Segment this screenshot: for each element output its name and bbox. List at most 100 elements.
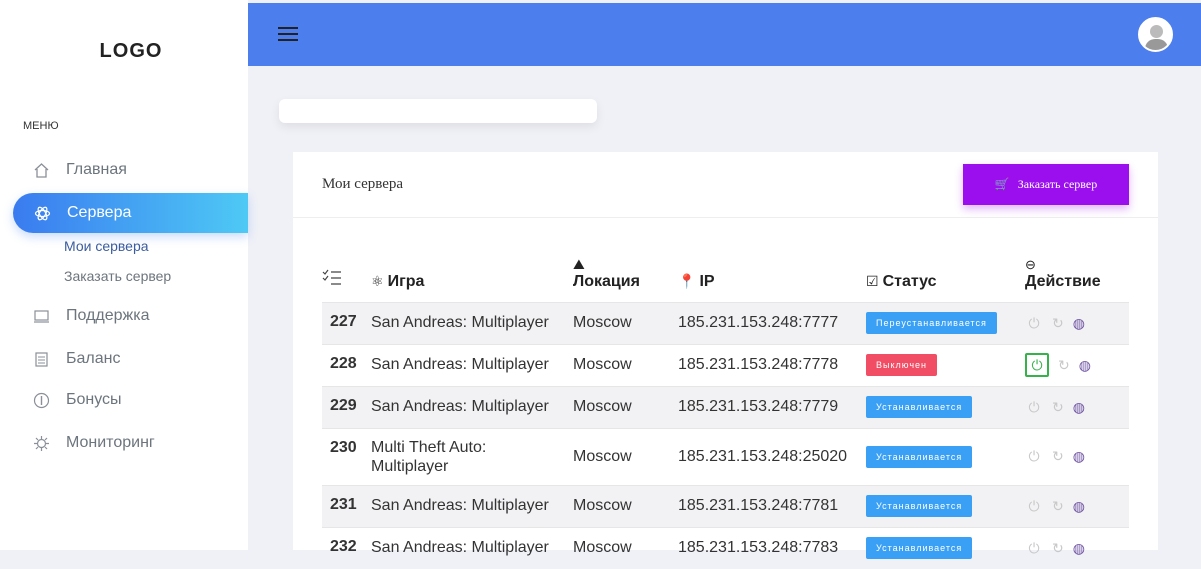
row-ip: 185.231.153.248:7777 [678, 301, 866, 344]
row-location: Moscow [573, 385, 678, 428]
row-actions: ⏻ ↻ ◍ [1025, 385, 1129, 428]
sidebar-item-label: Сервера [67, 204, 132, 221]
row-actions: ⏻ ↻ ◍ [1025, 301, 1129, 344]
col-status-header: ☑ Статус [866, 272, 937, 290]
servers-card: Мои сервера 🛒 Заказать сервер ⚛ Игра ⛰ Лок… [293, 152, 1158, 569]
sidebar-item-home[interactable]: Главная [30, 155, 127, 185]
row-ip: 185.231.153.248:7783 [678, 526, 866, 569]
globe-icon[interactable]: ◍ [1073, 540, 1085, 557]
globe-icon[interactable]: ◍ [1073, 315, 1085, 332]
row-game: San Andreas: Multiplayer [371, 484, 573, 527]
col-id-header [322, 250, 371, 302]
card-title: Мои сервера [322, 176, 404, 192]
logo: LOGO [99, 40, 163, 62]
sidebar-item-bonuses[interactable]: Бонусы [30, 385, 122, 415]
wallet-icon [30, 351, 52, 368]
restart-icon[interactable]: ↻ [1052, 498, 1064, 515]
status-badge: Устанавливается [866, 495, 973, 517]
row-game: San Andreas: Multiplayer [371, 343, 573, 386]
table-row: 228 San Andreas: Multiplayer Moscow 185.… [322, 343, 1129, 386]
card-header: Мои сервера 🛒 Заказать сервер [293, 152, 1158, 218]
status-badge: Переустанавливается [866, 312, 997, 334]
topbar [248, 3, 1201, 66]
power-icon[interactable]: ⏻ [1025, 539, 1043, 557]
checkbox-icon: ☑ [866, 272, 879, 289]
checklist-icon [322, 269, 341, 285]
location-pin-icon: 📍 [678, 272, 696, 289]
sidebar-subitem-order-server[interactable]: Заказать сервер [64, 268, 171, 284]
home-icon [30, 162, 52, 179]
hamburger-icon[interactable] [278, 27, 298, 42]
globe-icon[interactable]: ◍ [1073, 448, 1085, 465]
sidebar-item-support[interactable]: Поддержка [30, 301, 149, 331]
restart-icon[interactable]: ↻ [1058, 357, 1070, 374]
map-icon: ⛰ [573, 255, 585, 272]
sidebar-item-label: Мониторинг [66, 434, 155, 451]
row-status: Устанавливается [866, 385, 1025, 428]
table-row: 230 Multi Theft Auto: Multiplayer Moscow… [322, 427, 1129, 485]
row-location: Moscow [573, 301, 678, 344]
sidebar: LOGO МЕНЮ Главная Сервера Мои сервера За… [0, 0, 248, 550]
globe-icon[interactable]: ◍ [1073, 498, 1085, 515]
row-game: San Andreas: Multiplayer [371, 301, 573, 344]
col-action-header: ⊖ Действие [1025, 250, 1129, 302]
row-id: 230 [322, 427, 371, 485]
menu-title: МЕНЮ [23, 120, 59, 132]
col-ip-header: 📍 IP [678, 272, 715, 290]
row-status: Устанавливается [866, 427, 1025, 485]
row-location: Moscow [573, 484, 678, 527]
row-status: Переустанавливается [866, 301, 1025, 344]
search-box[interactable] [279, 99, 597, 123]
sidebar-item-monitoring[interactable]: Мониторинг [30, 428, 155, 458]
row-location: Moscow [573, 343, 678, 386]
col-game-header: ⚛ Игра [371, 272, 425, 290]
table-header-row: ⚛ Игра ⛰ Локация 📍 IP ☑ Статус ⊖ Действие [322, 250, 1129, 302]
sidebar-item-label: Бонусы [66, 391, 122, 408]
support-icon [30, 308, 52, 325]
row-location: Moscow [573, 427, 678, 485]
restart-icon[interactable]: ↻ [1052, 540, 1064, 557]
sidebar-item-servers[interactable]: Сервера [13, 193, 248, 233]
restart-icon[interactable]: ↻ [1052, 315, 1064, 332]
monitoring-icon [30, 435, 52, 452]
power-icon[interactable]: ⏻ [1025, 314, 1043, 332]
globe-icon[interactable]: ◍ [1073, 399, 1085, 416]
table-row: 231 San Andreas: Multiplayer Moscow 185.… [322, 484, 1129, 527]
order-server-button[interactable]: 🛒 Заказать сервер [963, 164, 1129, 205]
row-id: 232 [322, 526, 371, 569]
servers-table: ⚛ Игра ⛰ Локация 📍 IP ☑ Статус ⊖ Действие 227… [322, 250, 1129, 569]
row-ip: 185.231.153.248:7781 [678, 484, 866, 527]
status-badge: Устанавливается [866, 537, 973, 560]
power-icon[interactable]: ⏻ [1025, 398, 1043, 416]
status-badge: Устанавливается [866, 445, 973, 468]
row-actions: ⏻ ↻ ◍ [1025, 526, 1129, 569]
row-ip: 185.231.153.248:7779 [678, 385, 866, 428]
power-icon[interactable]: ⏻ [1025, 353, 1049, 377]
atom-icon [31, 205, 53, 222]
table-row: 232 San Andreas: Multiplayer Moscow 185.… [322, 526, 1129, 569]
power-icon[interactable]: ⏻ [1025, 448, 1043, 466]
user-avatar[interactable] [1138, 17, 1173, 52]
restart-icon[interactable]: ↻ [1052, 448, 1064, 465]
sidebar-item-label: Поддержка [66, 307, 150, 324]
row-game: Multi Theft Auto: Multiplayer [371, 427, 573, 485]
row-id: 228 [322, 343, 371, 386]
row-status: Устанавливается [866, 526, 1025, 569]
sidebar-subitem-my-servers[interactable]: Мои сервера [64, 238, 149, 254]
order-server-label: Заказать сервер [1017, 177, 1098, 191]
globe-icon[interactable]: ◍ [1079, 357, 1091, 374]
power-icon[interactable]: ⏻ [1025, 497, 1043, 515]
row-id: 231 [322, 484, 371, 527]
sidebar-item-label: Баланс [66, 350, 121, 367]
row-game: San Andreas: Multiplayer [371, 385, 573, 428]
status-badge: Выключен [866, 354, 937, 376]
col-location-header: ⛰ Локация [573, 250, 678, 302]
sidebar-item-balance[interactable]: Баланс [30, 344, 120, 374]
cart-icon: 🛒 [994, 177, 1010, 191]
table-row: 227 San Andreas: Multiplayer Moscow 185.… [322, 301, 1129, 344]
table-row: 229 San Andreas: Multiplayer Moscow 185.… [322, 385, 1129, 428]
bonus-icon [30, 392, 52, 409]
row-ip: 185.231.153.248:25020 [678, 427, 866, 485]
restart-icon[interactable]: ↻ [1052, 399, 1064, 416]
sidebar-item-label: Главная [66, 161, 127, 178]
